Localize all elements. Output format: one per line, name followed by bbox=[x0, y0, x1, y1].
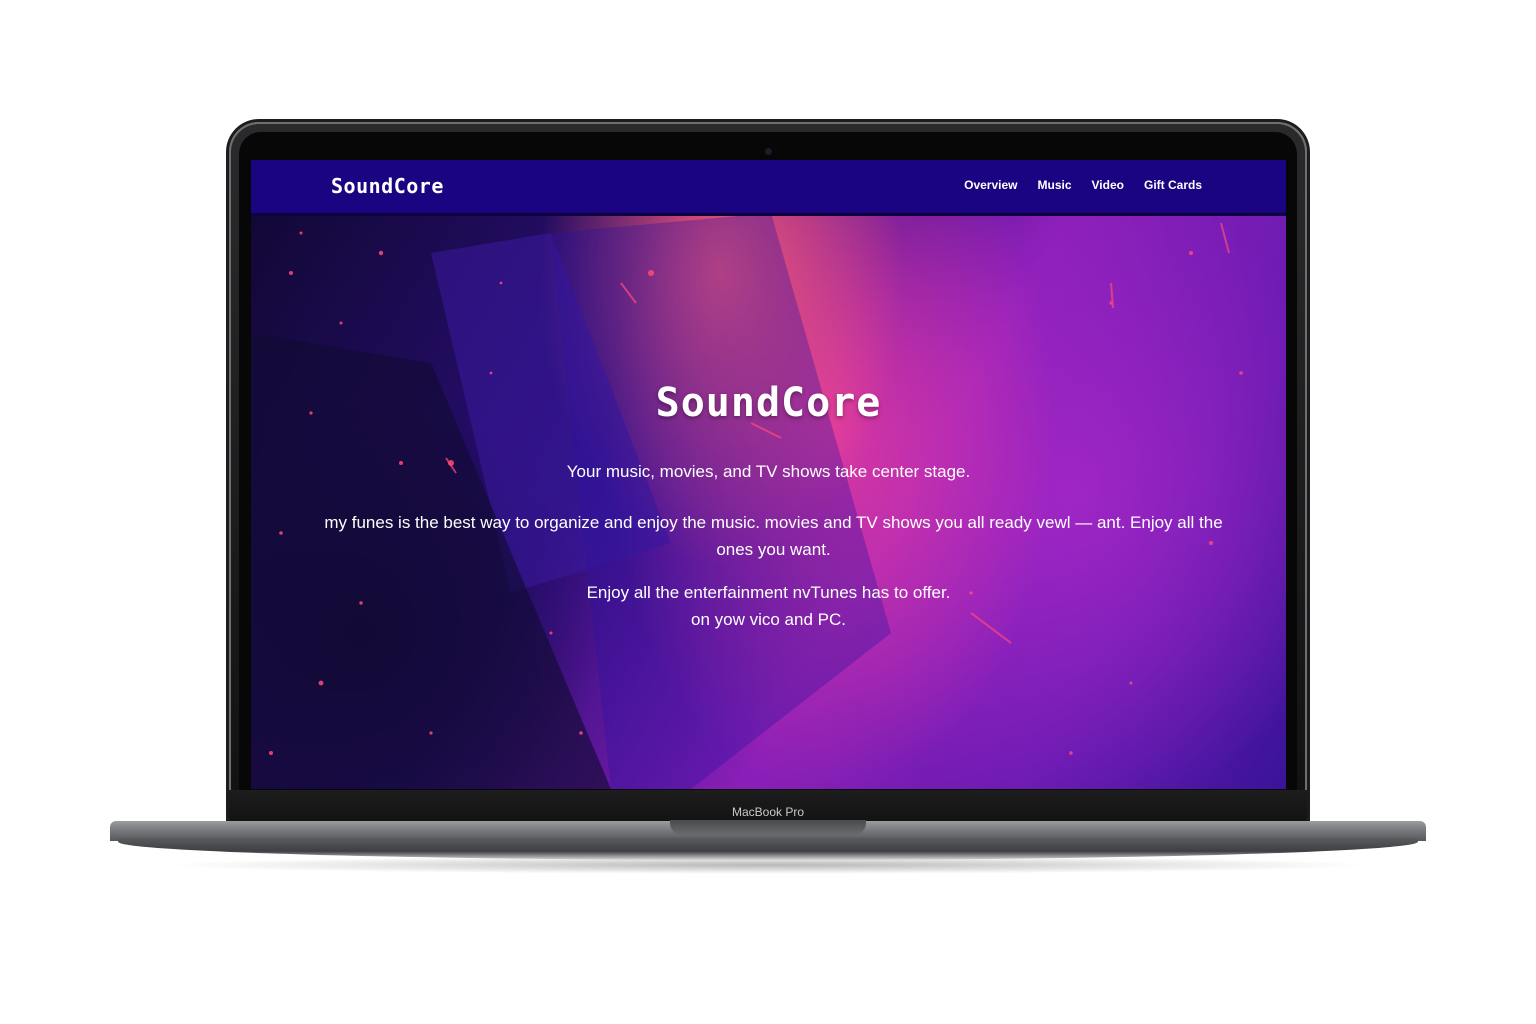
hero-description: my funes is the best way to organize and… bbox=[324, 513, 1223, 559]
laptop-base-bottom bbox=[118, 838, 1418, 860]
model-label: MacBook Pro bbox=[731, 805, 805, 819]
hero-content: SoundCore Your music, movies, and TV sho… bbox=[251, 213, 1286, 789]
hero-extra-line-1: Enjoy all the enterfainment nvTunes has … bbox=[586, 583, 951, 602]
nav-link-overview[interactable]: Overview bbox=[964, 178, 1017, 192]
opening-notch bbox=[670, 820, 866, 835]
hero-subtitle: Your music, movies, and TV shows take ce… bbox=[566, 462, 971, 481]
hero-extra: Enjoy all the enterfainment nvTunes has … bbox=[251, 579, 1286, 633]
laptop-mockup: SoundCore Overview Music Video Gift Card… bbox=[0, 0, 1536, 1024]
hero-section: SoundCore Your music, movies, and TV sho… bbox=[251, 213, 1286, 789]
main-nav: Overview Music Video Gift Cards bbox=[964, 178, 1202, 192]
camera-icon bbox=[765, 148, 772, 155]
nav-link-gift-cards[interactable]: Gift Cards bbox=[1144, 178, 1202, 192]
nav-link-video[interactable]: Video bbox=[1092, 178, 1124, 192]
top-navbar: SoundCore Overview Music Video Gift Card… bbox=[251, 160, 1286, 213]
browser-screen: SoundCore Overview Music Video Gift Card… bbox=[251, 160, 1286, 789]
hero-extra-line-2: on yow vico and PC. bbox=[691, 610, 846, 629]
hero-title: SoundCore bbox=[655, 380, 882, 426]
brand-logo[interactable]: SoundCore bbox=[331, 174, 444, 198]
nav-link-music[interactable]: Music bbox=[1038, 178, 1072, 192]
